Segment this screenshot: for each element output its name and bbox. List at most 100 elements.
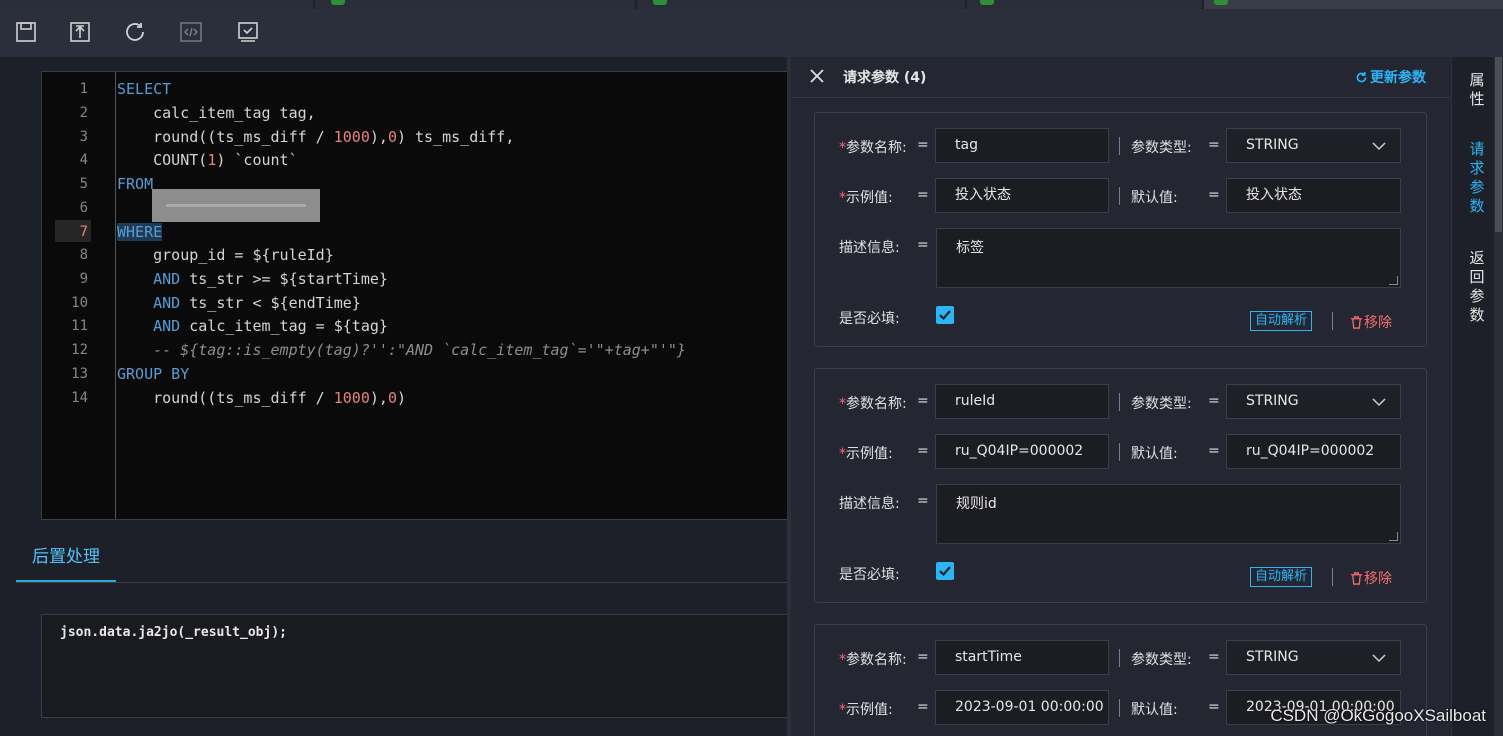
redacted-table-name	[152, 189, 320, 222]
code-line: AND calc_item_tag = ${tag}	[117, 314, 388, 338]
param-name-label: *参数名称:	[839, 137, 907, 157]
sql-editor[interactable]: 1 2 3 4 5 6 7 8 9 10 11 12 13 14 SELECT …	[41, 71, 787, 520]
refresh-icon	[126, 23, 144, 41]
description-text: 标签	[956, 240, 984, 256]
export-button[interactable]	[67, 19, 93, 45]
default-value-input[interactable]: 投入状态	[1226, 178, 1401, 213]
description-textarea[interactable]: 规则id	[936, 484, 1401, 544]
param-type-select[interactable]: STRING	[1226, 384, 1401, 419]
remove-button[interactable]: 移除	[1350, 568, 1392, 588]
remove-button[interactable]: 移除	[1350, 312, 1392, 332]
param-type-label: 参数类型:	[1131, 140, 1192, 156]
line-number-current: 7	[79, 224, 88, 240]
resize-grip-icon[interactable]	[1389, 276, 1398, 285]
scrollbar-thumb[interactable]	[1495, 57, 1502, 232]
code-number: 1000	[333, 128, 370, 146]
equals-sign: =	[917, 649, 929, 665]
code-text: round((ts_ms_diff /	[117, 389, 334, 407]
required-label: 是否必填:	[839, 567, 900, 583]
document-tab-strip[interactable]	[0, 0, 1503, 9]
remove-label: 移除	[1364, 571, 1392, 587]
line-number: 5	[79, 176, 88, 192]
code-line: GROUP BY	[117, 365, 190, 383]
param-name-input[interactable]: tag	[935, 128, 1109, 163]
divider	[1119, 393, 1120, 411]
refresh-icon	[1356, 71, 1367, 82]
equals-sign: =	[1208, 137, 1220, 153]
code-keyword: WHERE	[117, 223, 163, 241]
required-checkbox[interactable]	[936, 306, 954, 324]
tab-status-icon	[653, 0, 667, 5]
tab-post-processing[interactable]: 后置处理	[16, 535, 116, 583]
code-line: group_id = ${ruleId}	[117, 246, 334, 264]
update-params-button[interactable]: 更新参数	[1355, 67, 1426, 87]
label-text: 示例值:	[846, 190, 893, 206]
example-value-input[interactable]: 2023-09-01 00:00:00	[935, 690, 1109, 725]
chevron-down-icon	[1372, 398, 1386, 407]
param-name-label: *参数名称:	[839, 649, 907, 669]
param-type-select[interactable]: STRING	[1226, 640, 1401, 675]
example-value-input[interactable]: 投入状态	[935, 178, 1109, 213]
line-number: 11	[71, 318, 88, 334]
example-label: *示例值:	[839, 443, 893, 463]
line-number: 3	[79, 129, 88, 145]
equals-sign: =	[917, 393, 929, 409]
param-type-select[interactable]: STRING	[1226, 128, 1401, 163]
default-value-label: 默认值:	[1131, 190, 1178, 206]
tab-status-icon	[331, 0, 345, 5]
request-params-panel: 请求参数 (4) 更新参数 *参数名称: = tag 参数类型: = STRIN…	[791, 57, 1451, 736]
auto-parse-button[interactable]: 自动解析	[1250, 311, 1313, 331]
param-name-input[interactable]: startTime	[935, 640, 1109, 675]
code-number: 1000	[333, 389, 370, 407]
label-text: 参数名称:	[846, 396, 907, 412]
default-value-label: 默认值:	[1131, 446, 1178, 462]
post-processing-editor[interactable]: json.data.ja2jo(_result_obj);	[41, 614, 787, 718]
auto-parse-button[interactable]: 自动解析	[1250, 567, 1313, 587]
watermark: CSDN @OkGogooXSailboat	[1270, 706, 1486, 725]
param-name-input[interactable]: ruleId	[935, 384, 1109, 419]
code-number: 0	[387, 128, 397, 146]
refresh-button[interactable]	[122, 19, 148, 45]
description-textarea[interactable]: 标签	[936, 228, 1401, 288]
param-type-value: STRING	[1246, 393, 1299, 409]
equals-sign: =	[1208, 393, 1220, 409]
code-icon	[180, 22, 202, 42]
required-mark: *	[839, 446, 846, 462]
example-label: *示例值:	[839, 699, 893, 719]
default-value-input[interactable]: ru_Q04IP=000002	[1226, 434, 1401, 469]
equals-sign: =	[1208, 443, 1220, 459]
example-value-input[interactable]: ru_Q04IP=000002	[935, 434, 1109, 469]
document-tab[interactable]	[315, 0, 637, 9]
description-label: 描述信息:	[839, 240, 900, 256]
line-number: 4	[79, 152, 88, 168]
post-processing-code: json.data.ja2jo(_result_obj);	[60, 625, 287, 640]
divider	[1119, 699, 1120, 717]
code-text: round((ts_ms_diff /	[117, 128, 334, 146]
code-area[interactable]: SELECT calc_item_tag tag, round((ts_ms_d…	[117, 72, 787, 519]
divider	[1119, 443, 1120, 461]
line-number: 10	[71, 295, 88, 311]
toolbar	[0, 9, 1503, 57]
divider	[1332, 312, 1333, 330]
required-checkbox[interactable]	[936, 562, 954, 580]
document-tab[interactable]	[637, 0, 967, 9]
export-icon	[70, 22, 90, 42]
close-icon[interactable]	[809, 68, 825, 84]
save-button[interactable]	[13, 19, 39, 45]
code-button[interactable]	[178, 19, 204, 45]
document-tab-active[interactable]	[1204, 0, 1503, 9]
document-tab[interactable]	[967, 0, 1204, 9]
code-text: ),	[369, 389, 388, 407]
line-number: 6	[79, 200, 88, 216]
code-keyword: AND	[153, 270, 181, 288]
param-card: *参数名称: = tag 参数类型: = STRING *示例值: = 投入状态…	[814, 112, 1427, 347]
checklist-button[interactable]	[235, 19, 261, 45]
divider	[1119, 187, 1120, 205]
document-tab[interactable]	[0, 0, 315, 9]
line-number: 14	[71, 390, 88, 406]
resize-grip-icon[interactable]	[1389, 532, 1398, 541]
param-type-value: STRING	[1246, 649, 1299, 665]
vertical-scrollbar[interactable]	[1494, 57, 1503, 736]
code-line: calc_item_tag tag,	[117, 104, 316, 122]
code-line: SELECT	[117, 80, 172, 98]
